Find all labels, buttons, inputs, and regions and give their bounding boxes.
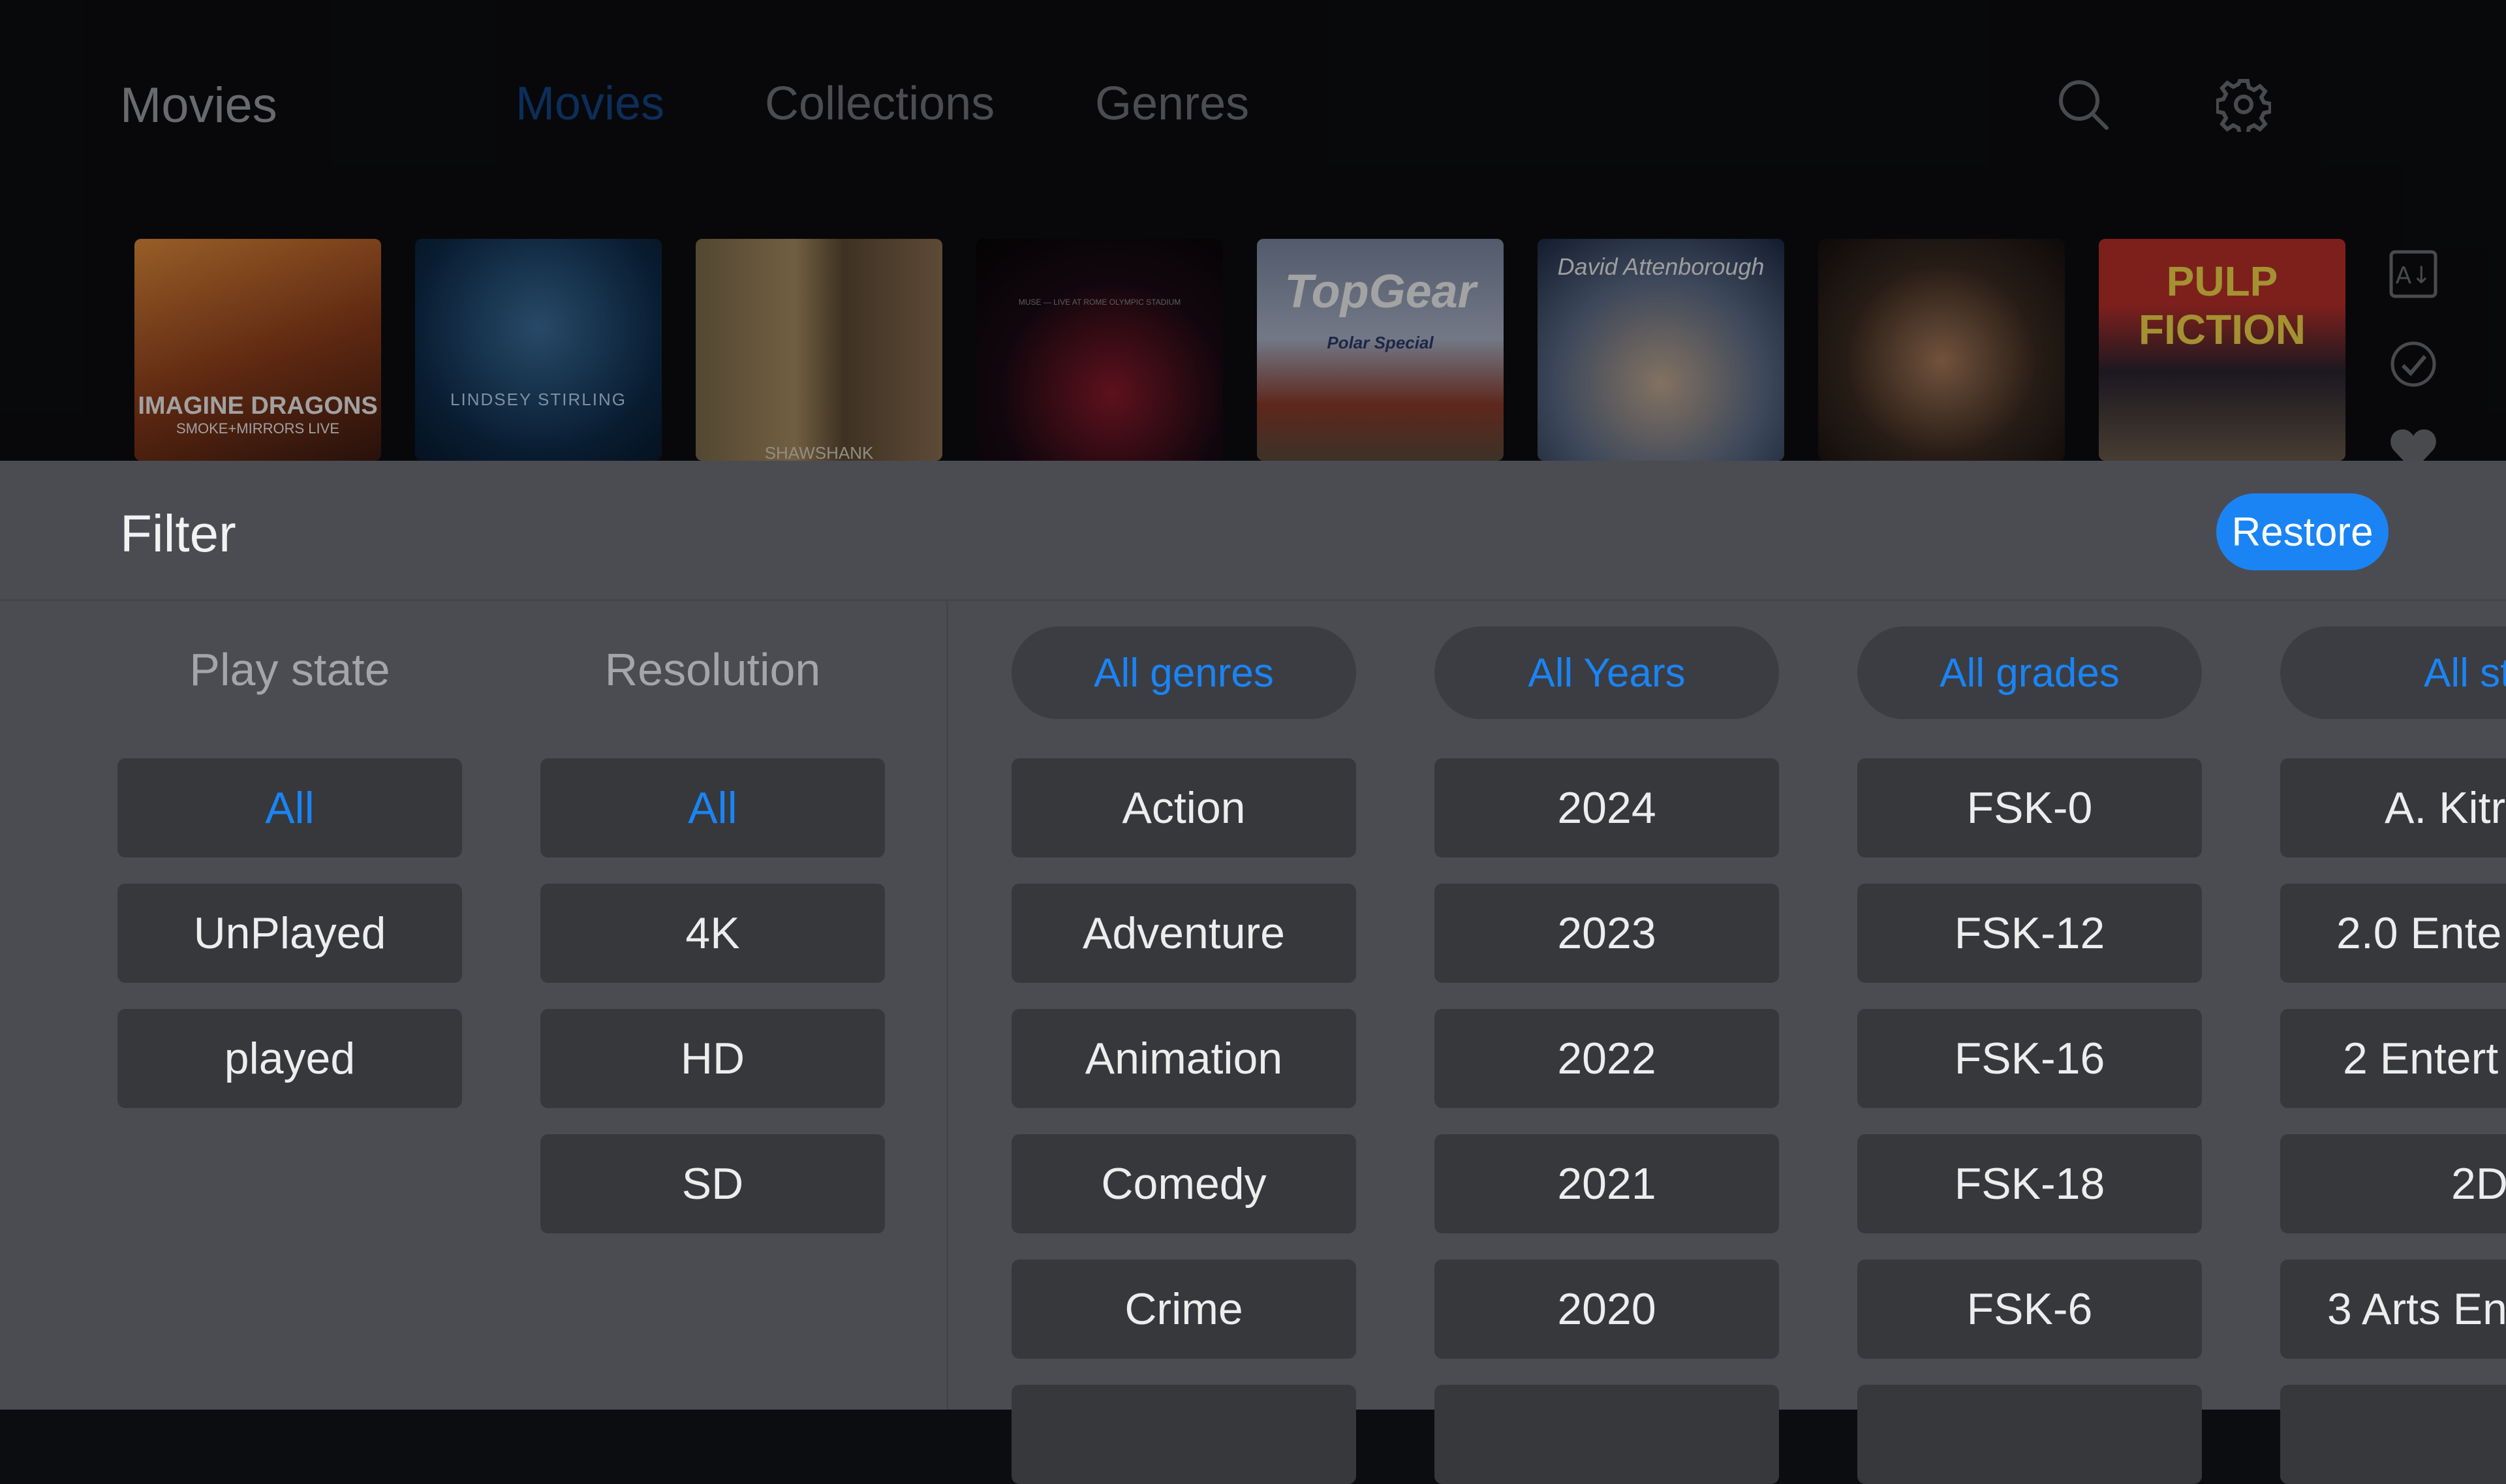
grade-option[interactable]: FSK-16 (1857, 1009, 2202, 1108)
year-option[interactable]: 2024 (1434, 758, 1779, 858)
poster-lindsey-stirling[interactable]: LINDSEY STIRLING (415, 239, 662, 461)
poster-untitled[interactable] (1818, 239, 2065, 461)
studios-dropdown[interactable]: All st (2280, 626, 2506, 719)
tab-genres[interactable]: Genres (1095, 77, 1249, 131)
studio-option[interactable]: A. Kitr (2280, 758, 2506, 858)
play-state-unplayed[interactable]: UnPlayed (117, 884, 462, 983)
poster-title: David Attenborough (1557, 253, 1765, 280)
search-icon[interactable] (2056, 77, 2111, 132)
year-option[interactable]: 2022 (1434, 1009, 1779, 1108)
poster-subtitle: SMOKE+MIRRORS LIVE (176, 420, 339, 437)
year-option[interactable]: 2021 (1434, 1134, 1779, 1233)
year-option[interactable]: 2023 (1434, 884, 1779, 983)
resolution-sd[interactable]: SD (540, 1134, 885, 1233)
studio-option[interactable]: 2 Entert (2280, 1009, 2506, 1108)
studio-option-label: 3 Arts En (2327, 1284, 2506, 1334)
resolution-hd[interactable]: HD (540, 1009, 885, 1108)
poster-title: SHAWSHANK (764, 443, 874, 461)
studio-option-label: 2.0 Ente (2336, 908, 2502, 958)
divider-horizontal (0, 599, 2506, 601)
studio-option[interactable]: 2.0 Ente (2280, 884, 2506, 983)
poster-top-gear[interactable]: TopGear Polar Special (1257, 239, 1504, 461)
play-state-all[interactable]: All (117, 758, 462, 858)
filter-panel: Filter Restore Play state All UnPlayed p… (0, 461, 2506, 1484)
genre-option[interactable]: Comedy (1012, 1134, 1356, 1233)
filter-title: Filter (120, 504, 236, 563)
poster-subtitle: Polar Special (1327, 333, 1434, 352)
grade-option[interactable]: FSK-6 (1857, 1260, 2202, 1359)
grade-option-partial[interactable] (1857, 1385, 2202, 1484)
genre-option[interactable]: Adventure (1012, 884, 1356, 983)
sort-icon[interactable]: A↓ (2387, 248, 2439, 300)
poster-title: TopGear (1284, 266, 1476, 318)
play-state-header: Play state (189, 644, 390, 695)
resolution-all[interactable]: All (540, 758, 885, 858)
poster-shawshank[interactable]: SHAWSHANK (696, 239, 942, 461)
grade-option[interactable]: FSK-18 (1857, 1134, 2202, 1233)
svg-text:A↓: A↓ (2396, 262, 2432, 289)
poster-title: PULP FICTION (2139, 258, 2306, 353)
play-state-played[interactable]: played (117, 1009, 462, 1108)
studio-option-label: 2 Entert (2343, 1034, 2499, 1083)
genre-option[interactable]: Action (1012, 758, 1356, 858)
played-filter-icon[interactable] (2387, 338, 2439, 390)
poster-pulp-fiction[interactable]: PULP FICTION (2099, 239, 2345, 461)
gear-icon[interactable] (2215, 77, 2272, 136)
studios-dropdown-label: All st (2424, 650, 2506, 696)
year-option[interactable]: 2020 (1434, 1260, 1779, 1359)
years-dropdown[interactable]: All Years (1434, 626, 1779, 719)
studio-option[interactable]: 2D (2280, 1134, 2506, 1233)
poster-attenborough[interactable]: David Attenborough (1538, 239, 1784, 461)
resolution-header: Resolution (604, 644, 821, 695)
poster-title: MUSE — LIVE AT ROME OLYMPIC STADIUM (1018, 298, 1181, 307)
tab-movies[interactable]: Movies (516, 77, 664, 131)
studio-option-label: A. Kitr (2385, 783, 2506, 833)
studio-option[interactable]: 3 Arts En (2280, 1260, 2506, 1359)
app-title: Movies (120, 78, 277, 133)
genres-dropdown[interactable]: All genres (1012, 626, 1356, 719)
poster-title: IMAGINE DRAGONS (138, 392, 378, 420)
tab-collections[interactable]: Collections (765, 77, 995, 131)
poster-title: LINDSEY STIRLING (450, 390, 626, 409)
restore-button[interactable]: Restore (2216, 493, 2389, 570)
grade-option[interactable]: FSK-12 (1857, 884, 2202, 983)
poster-imagine-dragons[interactable]: IMAGINE DRAGONS SMOKE+MIRRORS LIVE (134, 239, 381, 461)
year-option-partial[interactable] (1434, 1385, 1779, 1484)
poster-muse[interactable]: MUSE — LIVE AT ROME OLYMPIC STADIUM (976, 239, 1223, 461)
genre-option[interactable]: Animation (1012, 1009, 1356, 1108)
genre-option[interactable]: Crime (1012, 1260, 1356, 1359)
grades-dropdown[interactable]: All grades (1857, 626, 2202, 719)
studio-option-partial[interactable] (2280, 1385, 2506, 1484)
grade-option[interactable]: FSK-0 (1857, 758, 2202, 858)
studio-option-label: 2D (2451, 1159, 2506, 1209)
resolution-4k[interactable]: 4K (540, 884, 885, 983)
genre-option-partial[interactable] (1012, 1385, 1356, 1484)
divider-vertical (946, 601, 948, 1410)
